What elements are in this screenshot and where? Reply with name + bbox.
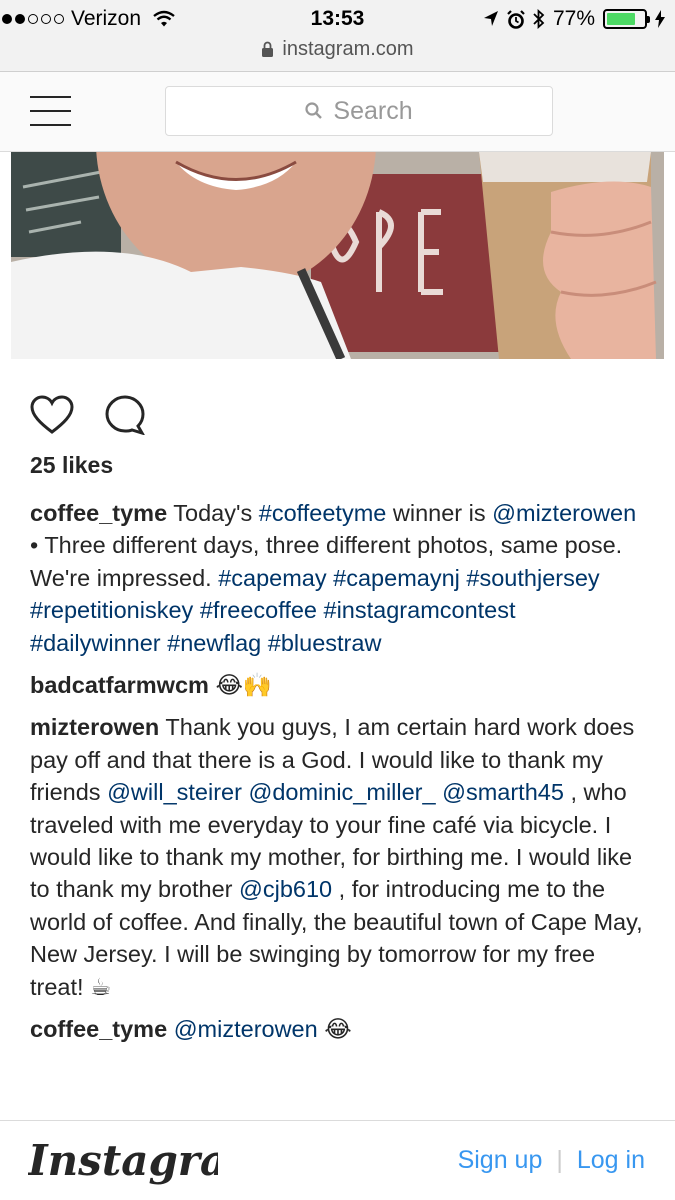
hashtag-link[interactable]: #coffeetyme <box>259 500 387 526</box>
hashtag-link[interactable]: #capemaynj <box>333 565 460 591</box>
battery-percent: 77% <box>552 7 595 30</box>
hashtag-link[interactable]: #instagramcontest <box>324 597 516 623</box>
status-bar: Verizon 13:53 77% <box>0 0 675 36</box>
menu-icon[interactable] <box>30 96 71 126</box>
search-input[interactable]: Search <box>165 86 553 136</box>
mention-link[interactable]: @smarth45 <box>442 779 564 805</box>
comment-item: mizterowen Thank you guys, I am certain … <box>30 711 650 1003</box>
charging-icon <box>655 10 665 28</box>
mention-link[interactable]: @mizterowen <box>174 1016 318 1042</box>
mention-link[interactable]: @will_steirer <box>107 779 242 805</box>
svg-text:Instagram: Instagram <box>28 1136 218 1185</box>
mention-link[interactable]: @cjb610 <box>239 876 332 902</box>
hashtag-link[interactable]: #dailywinner <box>30 630 161 656</box>
hashtag-link[interactable]: #repetitioniskey <box>30 597 193 623</box>
browser-url-bar[interactable]: instagram.com <box>0 36 675 72</box>
comment-username[interactable]: badcatfarmwcm <box>30 672 209 698</box>
hashtag-link[interactable]: #newflag <box>167 630 261 656</box>
alarm-icon <box>507 9 525 29</box>
comment-text: winner is <box>386 500 493 526</box>
comment-item: coffee_tyme Today's #coffeetyme winner i… <box>30 497 650 659</box>
heart-icon[interactable] <box>30 395 74 435</box>
post-photo[interactable] <box>11 152 664 359</box>
comment-text: Today's <box>173 500 259 526</box>
comment-username[interactable]: mizterowen <box>30 714 159 740</box>
bluetooth-icon <box>533 9 545 29</box>
instagram-logo[interactable]: Instagram <box>28 1133 218 1189</box>
footer-bar: Instagram Sign up | Log in <box>0 1120 675 1200</box>
hashtag-link[interactable]: #bluestraw <box>268 630 382 656</box>
mention-link[interactable]: @dominic_miller_ <box>248 779 435 805</box>
comment-text: 😂 <box>317 1016 352 1043</box>
sign-up-link[interactable]: Sign up <box>458 1146 543 1175</box>
hashtag-link[interactable]: #capemay <box>218 565 326 591</box>
post-actions <box>30 395 146 435</box>
comments-list: coffee_tyme Today's #coffeetyme winner i… <box>30 497 650 1056</box>
log-in-link[interactable]: Log in <box>577 1146 645 1175</box>
comment-username[interactable]: coffee_tyme <box>30 500 167 526</box>
location-icon <box>483 11 498 26</box>
hashtag-link[interactable]: #freecoffee <box>200 597 317 623</box>
hashtag-link[interactable]: #southjersey <box>466 565 599 591</box>
comment-item: coffee_tyme @mizterowen 😂 <box>30 1013 650 1045</box>
comment-text: 😂🙌 <box>215 672 273 699</box>
search-icon <box>305 102 323 119</box>
comment-item: badcatfarmwcm 😂🙌 <box>30 669 650 701</box>
top-navigation: Search <box>0 72 675 152</box>
lock-icon <box>262 41 274 57</box>
mention-link[interactable]: @mizterowen <box>492 500 636 526</box>
search-placeholder: Search <box>333 96 413 125</box>
separator: | <box>556 1146 563 1174</box>
comment-username[interactable]: coffee_tyme <box>30 1016 167 1042</box>
battery-icon <box>603 9 650 29</box>
like-count[interactable]: 25 likes <box>30 452 113 479</box>
comment-icon[interactable] <box>104 395 146 435</box>
url-text: instagram.com <box>282 38 414 60</box>
